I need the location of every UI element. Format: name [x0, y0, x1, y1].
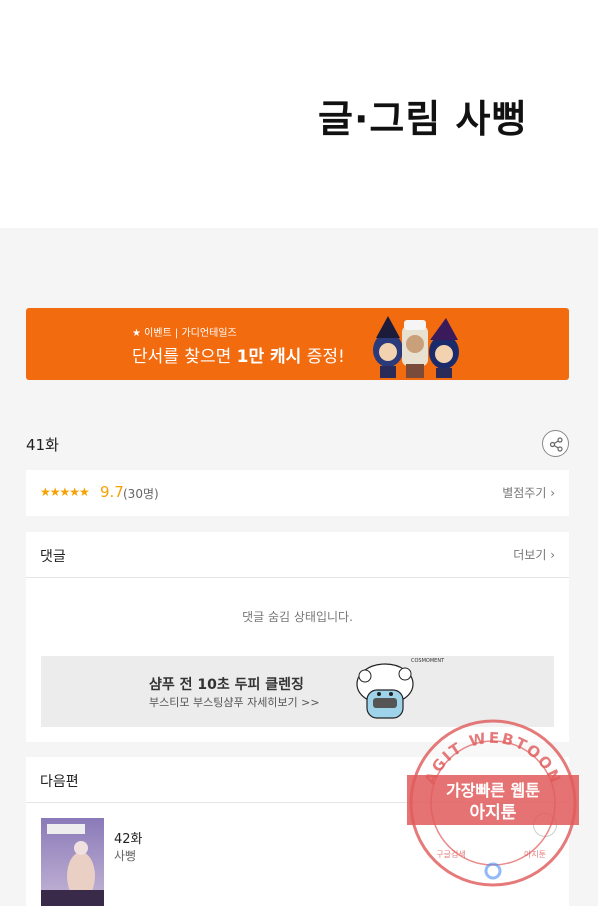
ad-banner[interactable]: 샴푸 전 10초 두피 클렌징 부스티모 부스팅샴푸 자세히보기 >> COSM…	[41, 656, 554, 727]
comments-title: 댓글	[40, 549, 66, 565]
author-credit: 글·그림 사뻥	[318, 97, 528, 141]
next-episode-author: 사뻥	[114, 849, 137, 863]
episode-title: 41화	[26, 436, 59, 454]
next-episode-item[interactable]: 42화 사뻥	[26, 803, 569, 906]
next-episode-thumbnail	[41, 818, 104, 906]
ad-brand-mark: COSMOMENT	[411, 658, 445, 664]
event-banner[interactable]: ★ 이벤트 | 가디언테일즈 단서를 찾으면 1만 캐시 증정!	[26, 308, 569, 380]
author-credit-panel: 글·그림 사뻥	[0, 0, 598, 228]
next-episode-number: 42화	[114, 832, 143, 847]
banner-headline: 단서를 찾으면 1만 캐시 증정!	[132, 347, 345, 367]
share-icon	[549, 437, 563, 452]
share-button[interactable]	[542, 430, 569, 457]
rating-stars: ★★★★★	[40, 485, 90, 499]
rate-button[interactable]: 별점주기 ›	[502, 484, 555, 501]
next-episode-play-button[interactable]	[533, 813, 557, 837]
comments-card: 댓글 더보기 › 댓글 숨김 상태입니다. 샴푸 전 10초 두피 클렌징 부스…	[26, 532, 569, 742]
ad-subtitle: 부스티모 부스팅샴푸 자세히보기 >>	[149, 696, 320, 709]
banner-characters-image	[373, 316, 459, 378]
comments-hidden-message: 댓글 숨김 상태입니다.	[242, 610, 353, 624]
next-header: 다음편	[26, 757, 569, 803]
next-episode-card: 다음편 42화 사뻥	[26, 757, 569, 906]
rating-votes: (30명)	[123, 487, 159, 501]
ad-character-image	[356, 663, 414, 719]
rating-card: ★★★★★ 9.7 (30명) 별점주기 ›	[26, 470, 569, 516]
comments-more-link[interactable]: 더보기 ›	[513, 546, 555, 563]
ad-title: 샴푸 전 10초 두피 클렌징	[149, 677, 304, 693]
comments-header: 댓글 더보기 ›	[26, 532, 569, 578]
next-title: 다음편	[40, 774, 79, 790]
banner-tag: ★ 이벤트 | 가디언테일즈	[132, 328, 237, 339]
rating-score: 9.7	[100, 483, 124, 501]
